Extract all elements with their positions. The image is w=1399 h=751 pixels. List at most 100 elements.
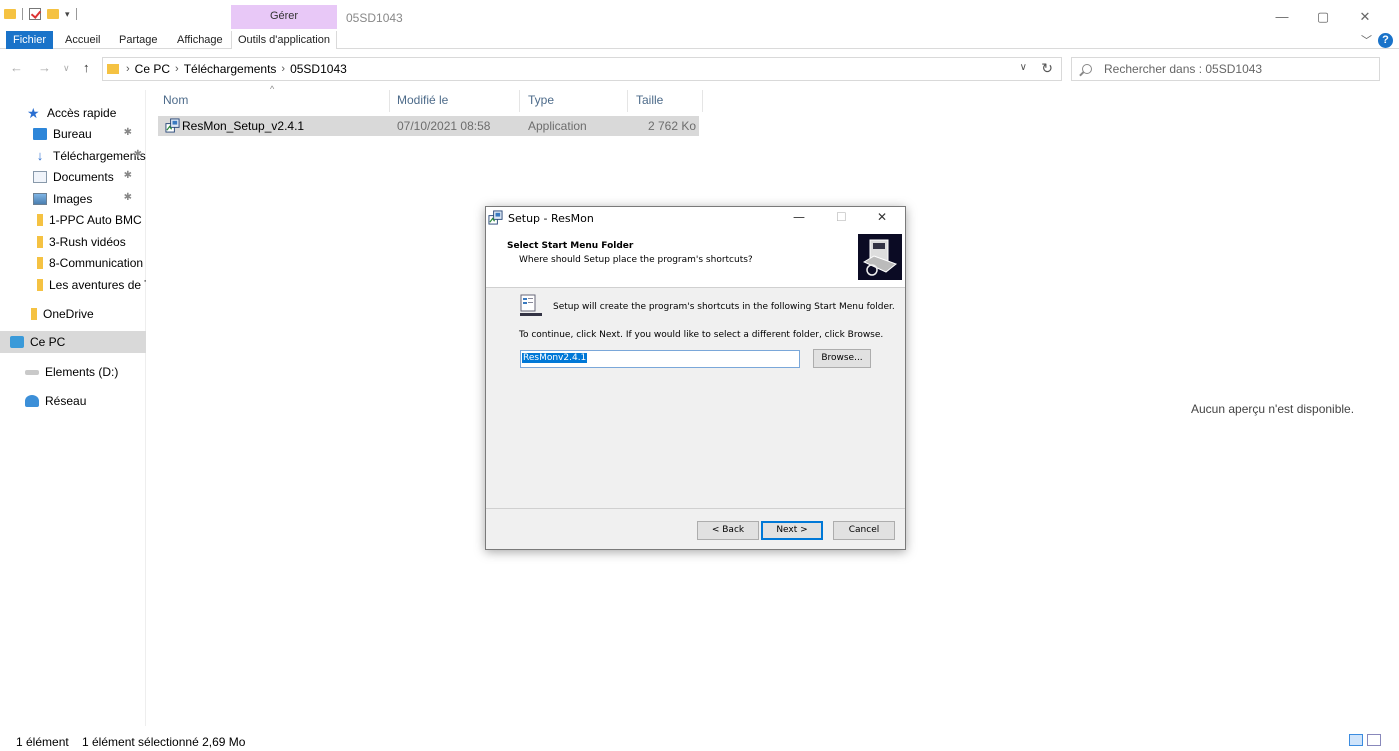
column-header-nom[interactable]: Nom <box>163 90 188 110</box>
sidebar-item-bureau[interactable]: Bureau ✱ <box>0 123 146 145</box>
sidebar-item-3-rush-videos[interactable]: 3-Rush vidéos <box>0 231 146 253</box>
dialog-title: Setup - ResMon <box>508 212 594 225</box>
sidebar-item-label: 3-Rush vidéos <box>49 235 126 249</box>
sidebar-item-telechargements[interactable]: ↓ Téléchargements ✱ <box>0 145 146 167</box>
navigation-bar: ← → ∨ ↑ › Ce PC › Téléchargements › 05SD… <box>0 56 1399 82</box>
context-group-manage[interactable]: Gérer <box>231 5 337 29</box>
tab-outils-application[interactable]: Outils d'application <box>231 31 337 49</box>
sidebar-item-ce-pc[interactable]: Ce PC <box>0 331 146 353</box>
file-name: ResMon_Setup_v2.4.1 <box>182 119 305 133</box>
up-arrow-icon[interactable]: ↑ <box>83 60 90 75</box>
sidebar-item-label: Elements (D:) <box>45 365 119 379</box>
sidebar-item-label: Les aventures de Th <box>49 278 146 292</box>
sidebar-item-reseau[interactable]: Réseau <box>0 390 146 412</box>
file-type: Application <box>528 119 587 133</box>
cancel-button[interactable]: Cancel <box>833 521 895 540</box>
pin-icon[interactable]: ✱ <box>124 192 132 203</box>
breadcrumb-ce-pc[interactable]: Ce PC <box>135 62 170 76</box>
installer-icon <box>488 210 503 225</box>
address-dropdown-icon[interactable]: ∨ <box>1020 62 1027 73</box>
breadcrumb-telechargements[interactable]: Téléchargements <box>184 62 277 76</box>
separator <box>75 8 77 20</box>
expand-ribbon-icon[interactable]: ﹀ <box>1361 32 1372 48</box>
folder-input-value: ResMonv2.4.1 <box>522 353 588 363</box>
dialog-instruction-text: To continue, click Next. If you would li… <box>519 330 884 340</box>
tab-affichage[interactable]: Affichage <box>171 31 229 49</box>
minimize-button[interactable]: — <box>1267 7 1297 27</box>
sidebar-item-label: OneDrive <box>43 307 94 321</box>
folder-icon <box>107 64 119 74</box>
sidebar-item-label: Bureau <box>53 127 92 141</box>
sort-ascending-icon: ^ <box>270 84 275 94</box>
navigation-pane: ★ Accès rapide Bureau ✱ ↓ Téléchargement… <box>0 90 146 726</box>
column-header-modifie[interactable]: Modifié le <box>397 90 448 110</box>
chevron-right-icon[interactable]: › <box>281 63 285 75</box>
network-icon <box>25 395 39 407</box>
status-item-count: 1 élément <box>16 735 69 749</box>
forward-arrow-icon[interactable]: → <box>38 60 51 75</box>
sidebar-item-elements-d[interactable]: Elements (D:) <box>0 361 146 383</box>
pin-icon[interactable]: ✱ <box>134 149 142 160</box>
close-button[interactable]: ✕ <box>1350 7 1380 27</box>
sidebar-item-acces-rapide[interactable]: ★ Accès rapide <box>0 102 146 124</box>
installer-logo-icon <box>858 234 902 280</box>
sidebar-item-images[interactable]: Images ✱ <box>0 188 146 210</box>
separator <box>22 8 23 20</box>
tab-fichier[interactable]: Fichier <box>6 31 54 49</box>
sidebar-item-label: 8-Communication R <box>49 256 146 270</box>
column-divider[interactable] <box>519 90 520 112</box>
folder-icon <box>37 257 43 269</box>
recent-locations-icon[interactable]: ∨ <box>63 63 70 74</box>
column-header-taille[interactable]: Taille <box>636 90 663 110</box>
tab-partage[interactable]: Partage <box>113 31 164 49</box>
folder-icon <box>37 279 43 291</box>
sidebar-item-les-aventures[interactable]: Les aventures de Th <box>0 274 146 296</box>
dialog-minimize-button[interactable]: — <box>793 210 805 224</box>
new-folder-icon[interactable] <box>47 9 59 19</box>
sidebar-item-label: Documents <box>53 170 114 184</box>
maximize-button[interactable]: ▢ <box>1308 7 1338 27</box>
browse-button[interactable]: Browse... <box>813 349 871 368</box>
next-button[interactable]: Next > <box>761 521 823 540</box>
search-icon <box>1082 64 1092 74</box>
back-arrow-icon[interactable]: ← <box>10 60 23 75</box>
images-icon <box>33 193 47 205</box>
column-header-type[interactable]: Type <box>528 90 554 110</box>
folder-icon <box>37 214 43 226</box>
sidebar-item-label: Téléchargements <box>53 149 146 163</box>
start-menu-folder-input[interactable]: ResMonv2.4.1 <box>520 350 800 368</box>
pin-icon[interactable]: ✱ <box>124 127 132 138</box>
sidebar-item-documents[interactable]: Documents ✱ <box>0 166 146 188</box>
title-bar: ▾ Gérer 05SD1043 — ▢ ✕ <box>0 0 1399 31</box>
folder-icon <box>4 9 16 19</box>
help-icon[interactable]: ? <box>1378 32 1393 48</box>
dialog-title-bar: Setup - ResMon — ☐ ✕ <box>486 207 905 230</box>
customize-qat-icon[interactable]: ▾ <box>65 9 70 20</box>
pin-icon[interactable]: ✱ <box>124 170 132 181</box>
dialog-close-button[interactable]: ✕ <box>877 210 887 224</box>
installer-icon <box>165 118 180 133</box>
quick-access-toolbar: ▾ <box>4 8 77 20</box>
column-divider[interactable] <box>702 90 703 112</box>
back-button[interactable]: < Back <box>697 521 759 540</box>
large-icons-view-icon[interactable] <box>1367 734 1381 746</box>
column-divider[interactable] <box>389 90 390 112</box>
search-input[interactable]: Rechercher dans : 05SD1043 <box>1071 57 1380 81</box>
sidebar-item-8-communication[interactable]: 8-Communication R <box>0 252 146 274</box>
address-bar[interactable]: › Ce PC › Téléchargements › 05SD1043 ∨ ↻ <box>102 57 1062 81</box>
breadcrumb-current[interactable]: 05SD1043 <box>290 62 347 76</box>
column-divider[interactable] <box>627 90 628 112</box>
details-view-icon[interactable] <box>1349 734 1363 746</box>
desktop-icon <box>33 128 47 140</box>
table-row[interactable]: ResMon_Setup_v2.4.1 07/10/2021 08:58 App… <box>158 116 699 136</box>
chevron-right-icon[interactable]: › <box>175 63 179 75</box>
sidebar-item-1-ppc-auto-bmc[interactable]: 1-PPC Auto BMC <box>0 209 146 231</box>
refresh-icon[interactable]: ↻ <box>1041 60 1053 77</box>
tab-accueil[interactable]: Accueil <box>59 31 106 49</box>
chevron-right-icon[interactable]: › <box>126 63 130 75</box>
properties-icon[interactable] <box>29 8 41 20</box>
documents-icon <box>33 171 47 183</box>
status-bar: 1 élément 1 élément sélectionné 2,69 Mo <box>0 731 1399 751</box>
window-title: 05SD1043 <box>346 11 403 25</box>
sidebar-item-onedrive[interactable]: OneDrive <box>0 303 146 325</box>
